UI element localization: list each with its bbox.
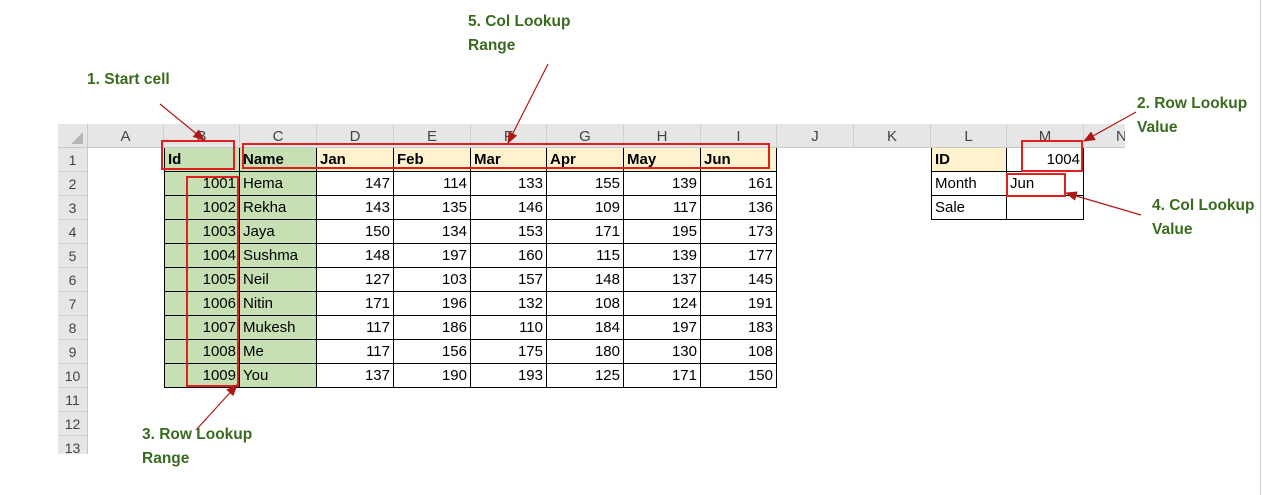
arrow-col-lookup-range (507, 63, 549, 145)
annotation-col-lookup-value-line1: 4. Col Lookup (1152, 197, 1255, 214)
annotation-start-cell: 1. Start cell (87, 71, 170, 88)
annotation-col-lookup-range-line2: Range (468, 37, 516, 54)
annotation-col-lookup-range-line1: 5. Col Lookup (468, 13, 571, 30)
annotation-row-lookup-range-line1: 3. Row Lookup (142, 426, 253, 443)
annotation-row-lookup-range-line2: Range (142, 450, 190, 467)
annotation-row-lookup-value-line2: Value (1137, 119, 1178, 136)
annotation-arrows (159, 63, 1142, 431)
arrow-row-lookup-value (1082, 111, 1137, 142)
arrow-start-cell (159, 103, 205, 141)
annotation-row-lookup-value-line1: 2. Row Lookup (1137, 95, 1248, 112)
annotation-col-lookup-value-line2: Value (1152, 221, 1193, 238)
arrow-col-lookup-value (1064, 191, 1142, 216)
